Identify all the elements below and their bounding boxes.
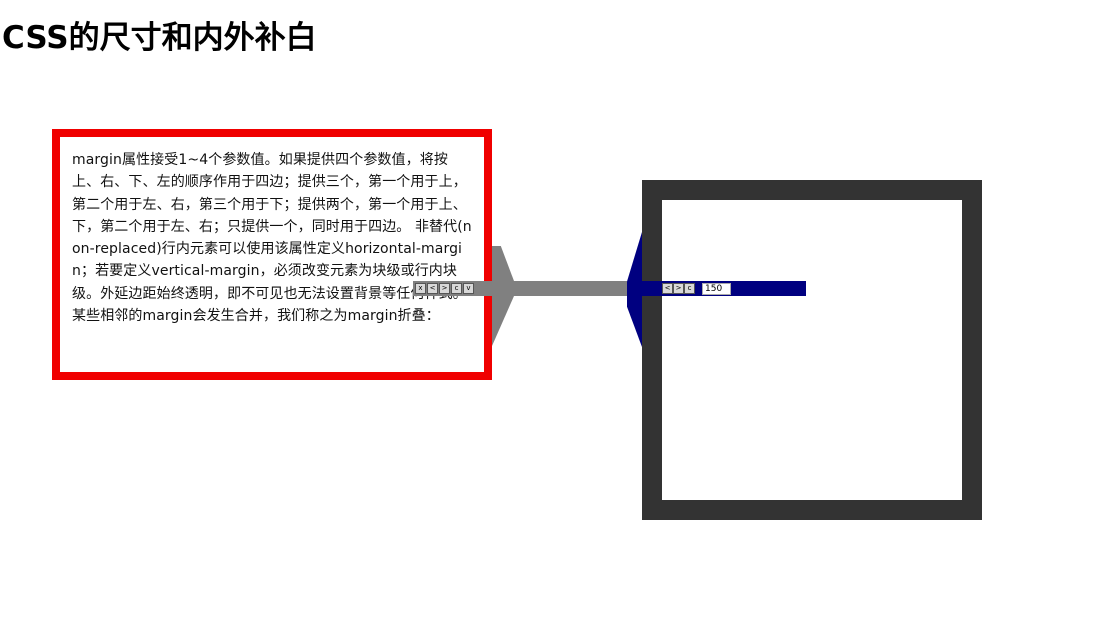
blue-c-button[interactable]: c <box>684 283 695 294</box>
margin-description-text: margin属性接受1~4个参数值。如果提供四个参数值，将按上、右、下、左的顺序… <box>72 152 472 325</box>
prev-button[interactable]: < <box>427 283 438 294</box>
blue-prev-button[interactable]: < <box>662 283 673 294</box>
blue-next-button[interactable]: > <box>673 283 684 294</box>
size-value-input[interactable] <box>702 283 731 295</box>
v-button[interactable]: v <box>463 283 474 294</box>
gray-connector-wedge <box>492 246 514 346</box>
c-button[interactable]: c <box>451 283 462 294</box>
dimension-frame-box <box>642 180 982 520</box>
close-button[interactable]: x <box>415 283 426 294</box>
page-title: CSS的尺寸和内外补白 <box>2 20 317 56</box>
margin-description-box: margin属性接受1~4个参数值。如果提供四个参数值，将按上、右、下、左的顺序… <box>52 129 492 380</box>
next-button[interactable]: > <box>439 283 450 294</box>
